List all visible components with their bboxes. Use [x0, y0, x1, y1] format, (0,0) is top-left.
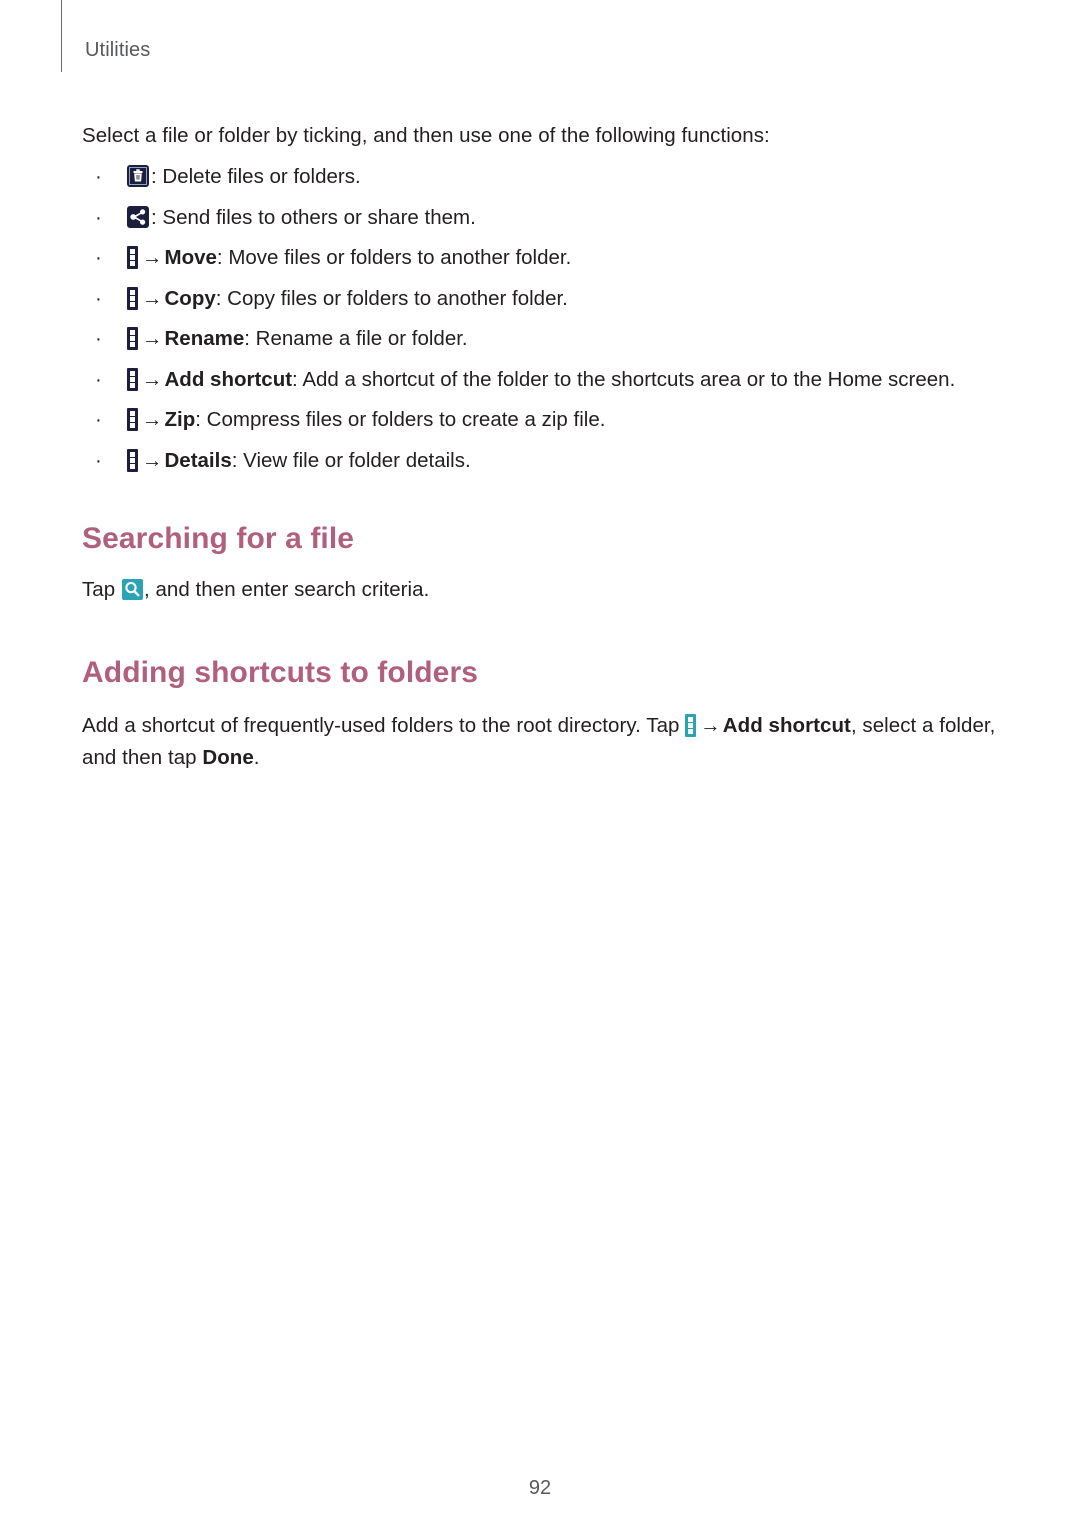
- list-item-description: View file or folder details.: [243, 448, 471, 472]
- list-item-description: Add a shortcut of the folder to the shor…: [302, 367, 956, 391]
- list-item-label: Zip: [164, 408, 196, 431]
- more-options-icon[interactable]: [127, 327, 138, 350]
- list-item-body: : Delete files or folders.: [127, 161, 1002, 193]
- list-item: · →Add shortcut: Add a shortcut of the f…: [82, 364, 1002, 396]
- list-item-body: →Move: Move files or folders to another …: [127, 242, 1002, 274]
- list-item: · : Send files to others or share them.: [82, 202, 1002, 234]
- more-options-icon[interactable]: [127, 286, 138, 310]
- list-item: · →Copy: Copy files or folders to anothe…: [82, 283, 1002, 315]
- arrow-glyph: →: [142, 246, 163, 269]
- list-item-body: →Details: View file or folder details.: [127, 445, 1002, 477]
- list-item-body: : Send files to others or share them.: [127, 202, 1002, 234]
- bullet-dot: ·: [95, 246, 102, 269]
- bullet-dot: ·: [95, 205, 102, 229]
- running-head: Utilities: [0, 0, 1080, 75]
- page-content: Select a file or folder by ticking, and …: [82, 120, 1002, 794]
- list-item-description: Send files to others or share them.: [162, 205, 476, 229]
- bullet-dot: ·: [95, 408, 102, 431]
- list-item-description: Copy files or folders to another folder.: [227, 286, 568, 310]
- list-item-body: →Rename: Rename a file or folder.: [127, 323, 1002, 355]
- list-item-label: Add shortcut: [164, 367, 293, 391]
- page-number: 92: [528, 1477, 552, 1499]
- list-item: · →Move: Move files or folders to anothe…: [82, 242, 1002, 274]
- list-item-separator: :: [151, 165, 157, 188]
- arrow-glyph: →: [142, 367, 163, 391]
- list-item-separator: :: [292, 367, 298, 391]
- bullet-dot: ·: [95, 448, 102, 472]
- done-label: Done: [202, 745, 254, 769]
- bullet-dot: ·: [95, 327, 102, 350]
- bullet-dot: ·: [95, 367, 102, 391]
- list-item-body: →Add shortcut: Add a shortcut of the fol…: [127, 364, 1002, 396]
- bullet-dot: ·: [95, 286, 102, 310]
- share-icon[interactable]: [127, 205, 149, 228]
- list-item-separator: :: [195, 408, 201, 431]
- search-icon[interactable]: [121, 578, 143, 600]
- body-text-segment-3: .: [253, 745, 260, 769]
- arrow-glyph: →: [142, 286, 163, 310]
- list-item-description: Delete files or folders.: [162, 165, 361, 188]
- section-adding-shortcuts-to-folders: Adding shortcuts to folders Add a shortc…: [82, 654, 1002, 774]
- body-text-before-icon: Tap: [82, 577, 121, 601]
- section-heading: Adding shortcuts to folders: [82, 655, 479, 689]
- list-item-label: Details: [164, 448, 232, 472]
- body-text-segment-1: Add a shortcut of frequently-used folder…: [82, 713, 686, 737]
- list-item-label: Rename: [164, 327, 245, 350]
- arrow-glyph: →: [142, 327, 163, 350]
- list-item-body: →Zip: Compress files or folders to creat…: [127, 404, 1002, 436]
- intro-paragraph: Select a file or folder by ticking, and …: [82, 124, 770, 147]
- more-options-icon[interactable]: [685, 713, 697, 737]
- list-item-separator: :: [216, 246, 223, 269]
- list-item-description: Rename a file or folder.: [255, 327, 468, 350]
- add-shortcut-label: Add shortcut: [722, 713, 851, 737]
- list-item: · →Details: View file or folder details.: [82, 445, 1002, 477]
- more-options-icon[interactable]: [127, 367, 138, 391]
- arrow-glyph: →: [142, 448, 163, 472]
- bullet-dot: ·: [95, 165, 102, 188]
- list-item: · : Delete files or folders.: [82, 161, 1002, 193]
- more-options-icon[interactable]: [127, 246, 138, 269]
- file-functions-list: · : Delete files or folders. · : Send fi…: [82, 161, 1002, 477]
- list-item-separator: :: [244, 327, 250, 350]
- section-body: Add a shortcut of frequently-used folder…: [82, 710, 1002, 774]
- list-item: · →Zip: Compress files or folders to cre…: [82, 404, 1002, 436]
- more-options-icon[interactable]: [127, 408, 138, 431]
- section-heading: Searching for a file: [82, 521, 355, 555]
- arrow-glyph: →: [700, 713, 721, 737]
- list-item-label: Copy: [164, 286, 216, 310]
- list-item-body: →Copy: Copy files or folders to another …: [127, 283, 1002, 315]
- list-item: · →Rename: Rename a file or folder.: [82, 323, 1002, 355]
- list-item-separator: :: [151, 205, 157, 229]
- list-item-label: Move: [164, 246, 217, 269]
- list-item-description: Move files or folders to another folder.: [228, 246, 572, 269]
- more-options-icon[interactable]: [127, 448, 138, 472]
- list-item-description: Compress files or folders to create a zi…: [206, 408, 606, 431]
- list-item-separator: :: [215, 286, 222, 310]
- delete-icon[interactable]: [127, 165, 149, 187]
- section-searching-for-a-file: Searching for a file Tap , and then ente…: [82, 520, 1002, 606]
- running-head-title: Utilities: [85, 39, 151, 61]
- section-body: Tap , and then enter search criteria.: [82, 574, 1002, 606]
- body-text-after-icon: , and then enter search criteria.: [143, 577, 430, 601]
- arrow-glyph: →: [142, 408, 163, 431]
- header-divider-rule: [61, 0, 62, 72]
- list-item-separator: :: [231, 448, 238, 472]
